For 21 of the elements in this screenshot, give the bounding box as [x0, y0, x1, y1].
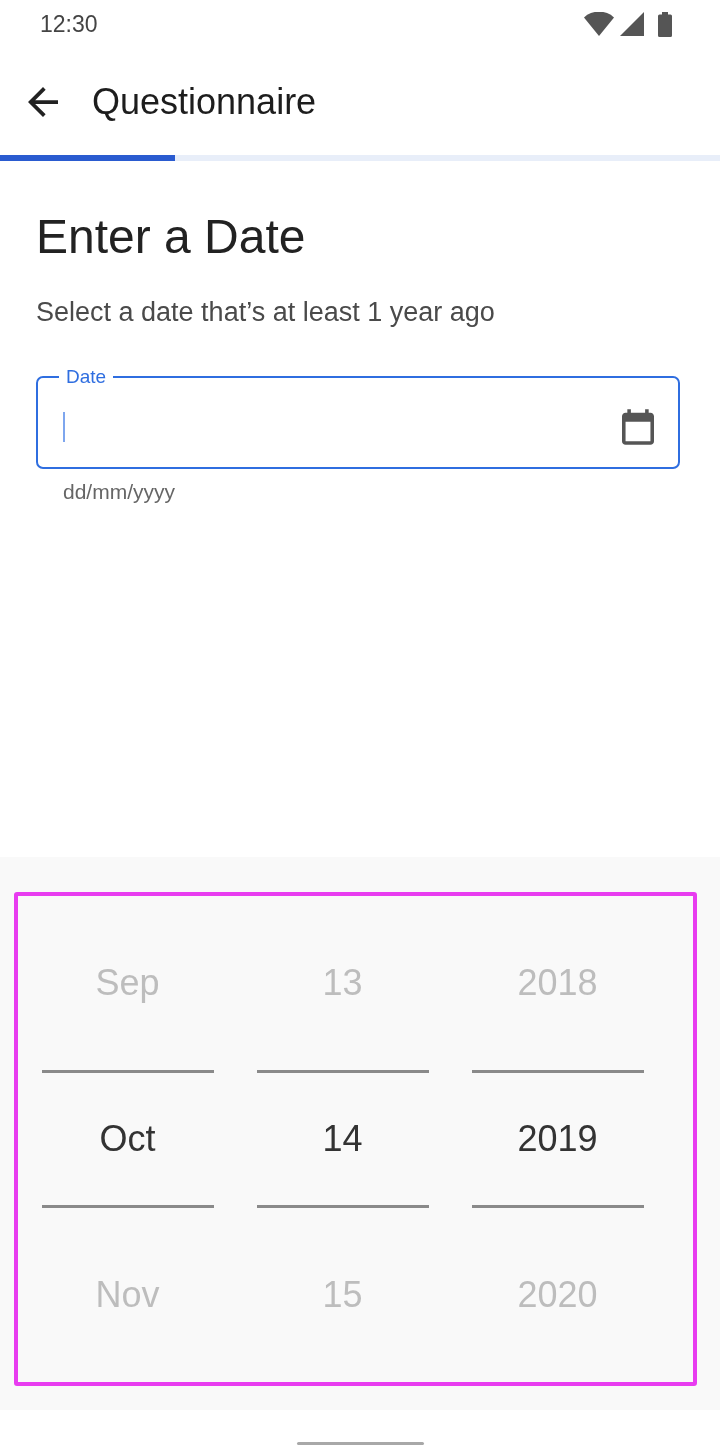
picker-option[interactable]: Sep [95, 962, 160, 1004]
signal-icon [620, 12, 644, 36]
picker-option[interactable]: 13 [322, 962, 363, 1004]
picker-option[interactable]: 14 [322, 1118, 363, 1160]
date-input-field[interactable]: Date [36, 367, 680, 469]
date-format-hint: dd/mm/yyyy [62, 482, 176, 502]
picker-option[interactable]: 2020 [517, 1274, 598, 1316]
question-title: Enter a Date [36, 209, 307, 265]
calendar-icon[interactable] [622, 409, 654, 445]
picker-option[interactable]: 15 [322, 1274, 363, 1316]
back-arrow-icon [28, 86, 58, 117]
text-cursor [63, 412, 65, 442]
picker-option[interactable]: 2019 [517, 1118, 598, 1160]
app-bar-title: Questionnaire [92, 79, 317, 124]
picker-option[interactable]: 2018 [517, 962, 598, 1004]
picker-option[interactable]: Oct [99, 1118, 156, 1160]
question-subtitle: Select a date that’s at least 1 year ago [36, 296, 496, 328]
battery-icon [658, 11, 672, 37]
picker-option[interactable]: Nov [95, 1274, 160, 1316]
wifi-icon [584, 12, 614, 36]
status-time: 12:30 [40, 10, 98, 38]
